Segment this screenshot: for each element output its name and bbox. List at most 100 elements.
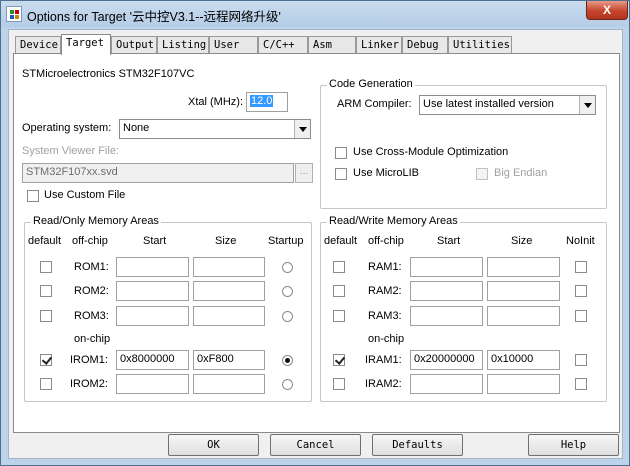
rom1-size-input[interactable] xyxy=(193,257,265,277)
rom3-start-input[interactable] xyxy=(116,306,189,326)
svd-label: System Viewer File: xyxy=(22,145,119,157)
ram1-label: RAM1: xyxy=(368,261,402,273)
irom1-start-input[interactable]: 0x8000000 xyxy=(116,350,189,370)
ram3-noinit-checkbox[interactable] xyxy=(575,310,587,322)
ram1-default-checkbox[interactable] xyxy=(333,261,345,273)
rom2-label: ROM2: xyxy=(74,285,109,297)
irom1-label: IROM1: xyxy=(70,354,108,366)
microlib-label: Use MicroLIB xyxy=(353,167,420,179)
options-dialog: Options for Target '云中控V3.1--远程网络升级' X D… xyxy=(0,0,630,466)
cancel-button[interactable]: Cancel xyxy=(270,434,361,456)
rom2-start-input[interactable] xyxy=(116,281,189,301)
title-bar[interactable]: Options for Target '云中控V3.1--远程网络升级' X xyxy=(1,1,629,27)
rom-startup-header: Startup xyxy=(268,235,304,247)
irom2-startup-radio[interactable] xyxy=(282,379,293,390)
rom-group: Read/Only Memory Areas default off-chip … xyxy=(24,215,312,402)
iram1-default-checkbox[interactable] xyxy=(333,354,345,366)
ram2-noinit-checkbox[interactable] xyxy=(575,285,587,297)
rom3-startup-radio[interactable] xyxy=(282,311,293,322)
rom-start-header: Start xyxy=(143,235,167,247)
ram-default-header: default xyxy=(324,235,358,247)
svd-input[interactable]: STM32F107xx.svd xyxy=(22,163,294,183)
microlib-checkbox[interactable] xyxy=(335,168,347,180)
iram2-noinit-checkbox[interactable] xyxy=(575,378,587,390)
rom1-startup-radio[interactable] xyxy=(282,262,293,273)
ram2-start-input[interactable] xyxy=(410,281,483,301)
ram-noinit-header: NoInit xyxy=(566,235,595,247)
tab-asm[interactable]: Asm xyxy=(308,36,356,54)
big-endian-checkbox[interactable] xyxy=(476,168,488,180)
tab-utilities[interactable]: Utilities xyxy=(448,36,512,54)
os-value: None xyxy=(123,122,150,134)
rom2-startup-radio[interactable] xyxy=(282,286,293,297)
ram1-noinit-checkbox[interactable] xyxy=(575,261,587,273)
os-select[interactable]: None xyxy=(119,119,311,139)
tab-cc[interactable]: C/C++ xyxy=(258,36,308,54)
irom2-start-input[interactable] xyxy=(116,374,189,394)
rom3-default-checkbox[interactable] xyxy=(40,310,52,322)
rom3-size-input[interactable] xyxy=(193,306,265,326)
rom1-label: ROM1: xyxy=(74,261,109,273)
ram2-default-checkbox[interactable] xyxy=(333,285,345,297)
os-label: Operating system: xyxy=(22,122,112,134)
irom2-size-input[interactable] xyxy=(193,374,265,394)
help-button[interactable]: Help xyxy=(528,434,619,456)
tab-output[interactable]: Output xyxy=(111,36,157,54)
tab-device[interactable]: Device xyxy=(15,36,61,54)
ram3-label: RAM3: xyxy=(368,310,402,322)
close-button[interactable]: X xyxy=(586,1,628,20)
chevron-down-icon[interactable] xyxy=(294,120,310,138)
tab-strip: Device Target Output Listing User C/C++ … xyxy=(13,34,613,55)
iram1-start-input[interactable]: 0x20000000 xyxy=(410,350,483,370)
xtal-label: Xtal (MHz): xyxy=(188,96,243,108)
iram2-default-checkbox[interactable] xyxy=(333,378,345,390)
ram1-size-input[interactable] xyxy=(487,257,560,277)
arm-compiler-select[interactable]: Use latest installed version xyxy=(419,95,596,115)
irom2-default-checkbox[interactable] xyxy=(40,378,52,390)
iram1-noinit-checkbox[interactable] xyxy=(575,354,587,366)
ram2-size-input[interactable] xyxy=(487,281,560,301)
iram2-size-input[interactable] xyxy=(487,374,560,394)
ram-group-title: Read/Write Memory Areas xyxy=(327,215,460,227)
target-panel: STMicroelectronics STM32F107VC Xtal (MHz… xyxy=(13,53,620,433)
ram3-start-input[interactable] xyxy=(410,306,483,326)
irom1-size-input[interactable]: 0xF800 xyxy=(193,350,265,370)
irom1-startup-radio[interactable] xyxy=(282,355,293,366)
code-generation-group: Code Generation ARM Compiler: Use latest… xyxy=(320,78,607,209)
tab-debug[interactable]: Debug xyxy=(402,36,448,54)
ram1-start-input[interactable] xyxy=(410,257,483,277)
irom1-default-checkbox[interactable] xyxy=(40,354,52,366)
rom-default-header: default xyxy=(28,235,62,247)
irom2-label: IROM2: xyxy=(70,378,108,390)
rom2-default-checkbox[interactable] xyxy=(40,285,52,297)
tab-user[interactable]: User xyxy=(209,36,258,54)
svd-browse-button[interactable]: ... xyxy=(295,163,313,183)
tab-linker[interactable]: Linker xyxy=(356,36,402,54)
iram2-start-input[interactable] xyxy=(410,374,483,394)
ram3-size-input[interactable] xyxy=(487,306,560,326)
rom-offchip-header: off-chip xyxy=(72,235,108,247)
rom3-label: ROM3: xyxy=(74,310,109,322)
use-custom-file-checkbox[interactable] xyxy=(27,190,39,202)
iram1-size-input[interactable]: 0x10000 xyxy=(487,350,560,370)
rom-group-title: Read/Only Memory Areas xyxy=(31,215,161,227)
xtal-input[interactable]: 12.0 xyxy=(246,92,288,112)
ram3-default-checkbox[interactable] xyxy=(333,310,345,322)
dialog-client: Device Target Output Listing User C/C++ … xyxy=(8,29,623,459)
tab-listing[interactable]: Listing xyxy=(157,36,209,54)
ram-offchip-header: off-chip xyxy=(368,235,404,247)
rom1-default-checkbox[interactable] xyxy=(40,261,52,273)
iram2-label: IRAM2: xyxy=(365,378,402,390)
cross-module-checkbox[interactable] xyxy=(335,147,347,159)
rom2-size-input[interactable] xyxy=(193,281,265,301)
defaults-button[interactable]: Defaults xyxy=(372,434,463,456)
ok-button[interactable]: OK xyxy=(168,434,259,456)
rom1-start-input[interactable] xyxy=(116,257,189,277)
app-icon xyxy=(6,6,22,22)
big-endian-label: Big Endian xyxy=(494,167,548,179)
rom-onchip-label: on-chip xyxy=(74,333,111,345)
ram2-label: RAM2: xyxy=(368,285,402,297)
chevron-down-icon[interactable] xyxy=(579,96,595,114)
tab-target[interactable]: Target xyxy=(61,34,111,55)
ram-group: Read/Write Memory Areas default off-chip… xyxy=(320,215,607,402)
